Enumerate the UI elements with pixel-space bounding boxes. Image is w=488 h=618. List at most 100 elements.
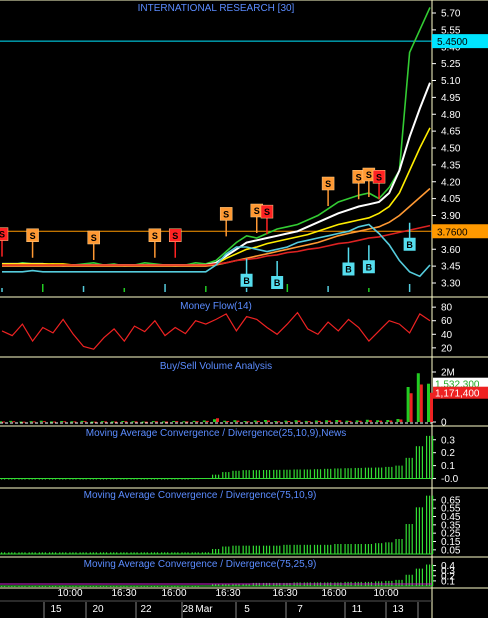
macd-histogram-bar	[415, 507, 418, 554]
macd-histogram-bar	[327, 468, 329, 479]
buy-flag-label: B	[406, 240, 413, 250]
macd-histogram-bar	[255, 545, 257, 554]
buy-flag-label: B	[274, 278, 281, 288]
y-tick-label: -0.0	[441, 474, 459, 485]
y-tick-label: 0.2	[441, 448, 455, 459]
macd-histogram-bar	[401, 579, 403, 586]
macd-histogram-bar	[401, 465, 403, 479]
buy-volume-bar	[90, 421, 94, 423]
macd-histogram-bar	[225, 546, 227, 554]
sell-volume-bar	[297, 420, 301, 422]
macd-histogram-bar	[324, 544, 326, 554]
macd-histogram-bar	[245, 470, 247, 479]
y-tick-label: 5.25	[441, 59, 461, 70]
macd-histogram-bar	[238, 545, 240, 554]
sell-flag-label: S	[0, 230, 5, 240]
macd-histogram-bar	[215, 474, 217, 479]
sell-volume-bar	[216, 418, 219, 422]
buy-volume-bar	[182, 421, 186, 423]
macd-histogram-bar	[222, 472, 224, 479]
buy-volume-bar	[111, 421, 115, 423]
stock-chart: 5.705.555.405.255.104.954.804.654.504.35…	[0, 0, 488, 618]
x-tick-label: 11	[352, 604, 363, 615]
sell-volume-bar	[399, 419, 403, 422]
macd-histogram-bar	[429, 435, 431, 479]
x-tick-label: 20	[92, 604, 104, 615]
x-tick-label: 7	[297, 604, 303, 615]
buy-volume-bar	[233, 420, 237, 422]
buy-volume-bar	[416, 373, 420, 422]
macd-histogram-bar	[289, 469, 291, 479]
macd-histogram-bar	[432, 564, 434, 586]
macd-histogram-bar	[289, 544, 291, 554]
macd-histogram-bar	[391, 466, 393, 479]
sell-volume-bar	[134, 421, 138, 423]
macd-histogram-bar	[265, 470, 268, 479]
buy-volume-bar	[223, 420, 227, 422]
pane-title: Moving Average Convergence / Divergence(…	[86, 428, 347, 439]
buy-volume-bar	[213, 419, 216, 422]
macd-histogram-bar	[337, 468, 339, 479]
sell-volume-bar	[368, 420, 372, 422]
macd-histogram-bar	[354, 467, 356, 479]
macd-histogram-bar	[293, 469, 295, 479]
buy-volume-bar	[70, 421, 74, 423]
macd-histogram-bar	[411, 524, 413, 554]
sell-volume-bar	[266, 420, 270, 422]
buy-volume-bar	[131, 421, 135, 423]
sell-flag-label: S	[254, 206, 260, 216]
macd-histogram-bar	[324, 468, 326, 479]
macd-histogram-bar	[408, 457, 410, 479]
y-tick-label: 4.05	[441, 194, 461, 205]
x-tick-label: 10:00	[373, 588, 398, 599]
sell-volume-bar	[2, 421, 5, 423]
buy-volume-bar	[100, 421, 104, 423]
buy-volume-bar	[243, 421, 247, 422]
sell-volume-bar	[226, 421, 230, 422]
y-tick-label: 0.05	[441, 545, 461, 556]
sell-flag-label: S	[172, 231, 178, 241]
macd-histogram-bar	[378, 543, 380, 554]
pane-title: INTERNATIONAL RESEARCH [30]	[138, 3, 295, 14]
buy-volume-bar	[406, 387, 410, 422]
macd-histogram-bar	[242, 545, 244, 554]
buy-volume-bar	[192, 420, 196, 422]
macd-histogram-bar	[370, 544, 373, 554]
macd-histogram-bar	[418, 446, 421, 479]
buy-volume-bar	[345, 420, 349, 422]
macd-histogram-bar	[215, 549, 217, 554]
buy-volume-bar	[202, 420, 206, 422]
macd-histogram-bar	[265, 545, 268, 554]
sell-flag-label: S	[152, 231, 158, 241]
macd-histogram-bar	[212, 474, 214, 479]
macd-histogram-bar	[426, 495, 428, 554]
macd-histogram-bar	[395, 539, 397, 554]
macd-histogram-bar	[252, 545, 254, 554]
macd-histogram-bar	[327, 544, 329, 554]
macd-histogram-bar	[364, 544, 367, 554]
sell-volume-bar	[114, 421, 118, 423]
sell-volume-bar	[236, 420, 240, 422]
macd-histogram-bar	[262, 545, 265, 554]
y-tick-label: 60	[441, 316, 453, 327]
sell-volume-bar	[124, 421, 128, 423]
y-tick-label: 4.50	[441, 144, 461, 155]
macd-histogram-bar	[225, 472, 227, 479]
macd-histogram-bar	[388, 542, 390, 554]
x-tick-label: 22	[140, 604, 152, 615]
macd-histogram-bar	[398, 465, 400, 479]
y-tick-label: 0.3	[441, 435, 455, 446]
macd-histogram-bar	[337, 544, 339, 554]
macd-histogram-bar	[316, 544, 319, 554]
sell-volume-bar	[277, 421, 281, 423]
y-tick-label: 4.35	[441, 160, 461, 171]
macd-histogram-bar	[398, 579, 400, 586]
macd-histogram-bar	[411, 457, 413, 479]
macd-histogram-bar	[334, 468, 336, 479]
sell-flag-label: S	[325, 179, 331, 189]
macd-histogram-bar	[276, 469, 278, 479]
macd-histogram-bar	[418, 507, 421, 554]
buy-flag-label: B	[243, 276, 250, 286]
macd-histogram-bar	[313, 544, 316, 554]
sell-volume-bar	[144, 421, 148, 423]
